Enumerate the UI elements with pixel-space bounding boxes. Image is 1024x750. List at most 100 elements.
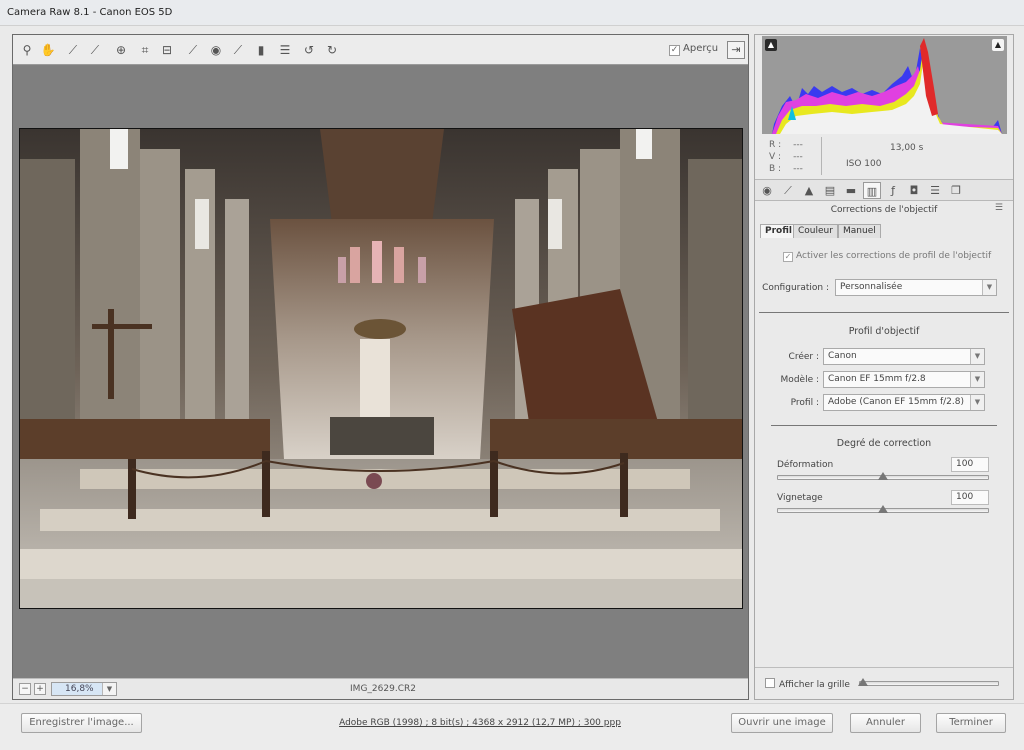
grid-label: Afficher la grille [779,680,850,690]
profile-label: Profil : [790,398,819,408]
snapshots-icon[interactable]: ❐ [947,182,965,199]
vignetting-input[interactable]: 100 [951,490,989,505]
done-button[interactable]: Terminer [936,713,1006,733]
split-toning-icon[interactable]: ▬ [842,182,860,199]
workflow-options-link[interactable]: Adobe RGB (1998) ; 8 bit(s) ; 4368 x 291… [330,718,630,728]
panel-menu-icon[interactable]: ☰ [995,203,1003,213]
g-label: V : [769,152,782,162]
detail-icon[interactable]: ▲ [800,182,818,199]
preview-area: ⚲ ✋ ⟋ ⟋ ⊕ ⌗ ⊟ ⟋ ◉ ⟋ ▮ ☰ ↺ ↻ ✓ Aperçu ⇥ −… [12,34,749,700]
hand-icon[interactable]: ✋ [40,42,56,58]
camera-calibration-icon[interactable]: ◘ [905,182,923,199]
status-bar: − + 16,8% ▼ IMG_2629.CR2 [13,678,748,699]
configuration-select[interactable]: Personnalisée ▼ [835,279,997,296]
spot-removal-icon[interactable]: ⟋ [185,42,201,58]
distortion-thumb[interactable] [878,472,888,480]
zoom-out-button[interactable]: − [19,683,31,695]
enable-profile-corrections[interactable]: ✓ Activer les corrections de profil de l'… [783,251,991,262]
tab-couleur[interactable]: Couleur [793,224,838,238]
footer: Enregistrer l'image... Adobe RGB (1998) … [0,703,1024,750]
distortion-input[interactable]: 100 [951,457,989,472]
divider [771,425,997,426]
preview-checkbox[interactable]: ✓ [669,45,680,56]
presets-icon[interactable]: ☰ [926,182,944,199]
b-label: B : [769,164,782,174]
enable-checkbox[interactable]: ✓ [783,252,793,262]
model-select[interactable]: Canon EF 15mm f/2.8 ▼ [823,371,985,388]
enable-label: Activer les corrections de profil de l'o… [796,251,992,261]
maker-select[interactable]: Canon ▼ [823,348,985,365]
red-eye-icon[interactable]: ◉ [208,42,224,58]
effects-icon[interactable]: ƒ [884,182,902,199]
preferences-icon[interactable]: ☰ [277,42,293,58]
degree-section-title: Degré de correction [836,438,932,449]
profile-select[interactable]: Adobe (Canon EF 15mm f/2.8) ▼ [823,394,985,411]
rotate-left-icon[interactable]: ↺ [301,42,317,58]
cathedral-image [20,129,742,608]
preview-toggle[interactable]: ✓ Aperçu [669,43,718,56]
basic-tab-icon[interactable]: ◉ [758,182,776,199]
photo-preview[interactable] [19,128,743,609]
chevron-down-icon[interactable]: ▼ [970,349,984,364]
open-image-button[interactable]: Ouvrir une image [731,713,833,733]
rotate-right-icon[interactable]: ↻ [324,42,340,58]
zoom-in-button[interactable]: + [34,683,46,695]
preview-label: Aperçu [683,43,719,54]
adjustment-brush-icon[interactable]: ⟋ [230,42,246,58]
pixel-readout: R : --- V : --- B : --- 13,00 s ISO 100 [763,137,1007,177]
hsl-icon[interactable]: ▤ [821,182,839,199]
vignetting-slider[interactable] [777,505,989,513]
grid-size-thumb[interactable] [858,678,868,686]
graduated-filter-icon[interactable]: ▮ [253,42,269,58]
panel-tabs: ◉ ⟋ ▲ ▤ ▬ ▥ ƒ ◘ ☰ ❐ [755,179,1013,201]
targeted-adjustment-icon[interactable]: ⊕ [113,42,129,58]
histogram-graph [762,36,1007,134]
white-balance-icon[interactable]: ⟋ [65,42,81,58]
tone-curve-icon[interactable]: ⟋ [779,182,797,199]
tab-profil[interactable]: Profil [760,224,797,238]
file-name: IMG_2629.CR2 [350,684,416,694]
r-value: --- [793,140,803,150]
divider [759,312,1009,313]
configuration-label: Configuration : [762,283,829,293]
shutter-speed: 13,00 s [890,143,924,153]
save-image-button[interactable]: Enregistrer l'image... [21,713,142,733]
title-bar: Camera Raw 8.1 - Canon EOS 5D [0,0,1024,26]
configuration-value: Personnalisée [840,282,903,292]
profile-value: Adobe (Canon EF 15mm f/2.8) [828,397,965,407]
distortion-slider[interactable] [777,472,989,480]
lens-profile-content: ✓ Activer les corrections de profil de l'… [755,237,1013,667]
grid-checkbox[interactable] [765,678,775,688]
b-value: --- [793,164,803,174]
highlight-clipping-icon[interactable]: ▲ [992,39,1004,51]
adjustments-panel: ▲ ▲ R : --- V : --- B : --- 13,00 s ISO 100… [754,34,1014,700]
color-sampler-icon[interactable]: ⟋ [87,42,103,58]
chevron-down-icon[interactable]: ▼ [970,395,984,410]
chevron-down-icon[interactable]: ▼ [982,280,996,295]
grid-size-slider[interactable] [858,678,999,686]
shadow-clipping-icon[interactable]: ▲ [765,39,777,51]
straighten-icon[interactable]: ⊟ [159,42,175,58]
r-label: R : [769,140,782,150]
chevron-down-icon[interactable]: ▼ [102,683,116,695]
histogram: ▲ ▲ [762,36,1007,134]
distortion-label: Déformation [777,460,834,470]
zoom-select[interactable]: 16,8% ▼ [51,682,117,696]
vignetting-thumb[interactable] [878,505,888,513]
toolbar: ⚲ ✋ ⟋ ⟋ ⊕ ⌗ ⊟ ⟋ ◉ ⟋ ▮ ☰ ↺ ↻ ✓ Aperçu ⇥ [13,35,748,65]
zoom-icon[interactable]: ⚲ [19,42,35,58]
chevron-down-icon[interactable]: ▼ [970,372,984,387]
grid-row: Afficher la grille [755,667,1013,699]
crop-icon[interactable]: ⌗ [137,42,153,58]
show-grid-toggle[interactable]: Afficher la grille [765,678,850,690]
maker-label: Créer : [788,352,819,362]
lens-corrections-icon[interactable]: ▥ [863,182,881,199]
tab-manuel[interactable]: Manuel [838,224,881,238]
vignetting-label: Vignetage [777,493,823,503]
fullscreen-icon[interactable]: ⇥ [727,41,745,59]
profile-section-title: Profil d'objectif [848,326,920,337]
model-label: Modèle : [780,375,819,385]
cancel-button[interactable]: Annuler [850,713,921,733]
readout-divider [821,137,822,175]
image-viewport[interactable] [13,66,748,678]
